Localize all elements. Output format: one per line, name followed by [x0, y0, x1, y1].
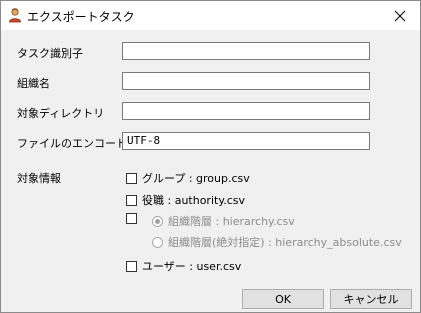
title-bar: エクスポートタスク: [1, 1, 420, 30]
authority-checkbox[interactable]: [126, 194, 137, 206]
target-dir-input[interactable]: [122, 102, 370, 120]
user-app-icon: [7, 7, 23, 23]
cancel-button[interactable]: キャンセル: [330, 289, 412, 309]
hierarchy-label: 組織階層 : hierarchy.csv: [168, 215, 295, 228]
user-label: ユーザー : user.csv: [142, 260, 242, 273]
target-info-label: 対象情報: [17, 172, 61, 185]
task-id-input[interactable]: [122, 42, 370, 60]
group-option[interactable]: グループ : group.csv: [126, 170, 250, 186]
user-checkbox[interactable]: [126, 260, 137, 272]
group-label: グループ : group.csv: [142, 172, 250, 185]
org-name-input[interactable]: [122, 72, 370, 90]
user-option[interactable]: ユーザー : user.csv: [126, 258, 241, 274]
org-option[interactable]: [126, 213, 142, 224]
encoding-label: ファイルのエンコード: [17, 137, 127, 150]
hierarchy-absolute-radio[interactable]: [152, 236, 163, 248]
ok-button[interactable]: OK: [242, 289, 324, 309]
target-dir-label: 対象ディレクトリ: [17, 107, 105, 120]
group-checkbox[interactable]: [126, 172, 137, 184]
authority-label: 役職 : authority.csv: [142, 194, 246, 207]
org-checkbox[interactable]: [126, 213, 137, 224]
hierarchy-absolute-label: 組織階層(絶対指定) : hierarchy_absolute.csv: [168, 236, 402, 249]
org-name-label: 組織名: [17, 77, 50, 90]
authority-option[interactable]: 役職 : authority.csv: [126, 192, 245, 208]
task-id-label: タスク識別子: [17, 47, 83, 60]
close-icon: [394, 10, 406, 21]
hierarchy-absolute-option[interactable]: 組織階層(絶対指定) : hierarchy_absolute.csv: [152, 234, 402, 250]
window-title: エクスポートタスク: [27, 10, 135, 24]
encoding-input[interactable]: UTF-8: [122, 132, 370, 150]
hierarchy-radio[interactable]: [152, 215, 163, 227]
close-button[interactable]: [380, 1, 420, 30]
export-task-dialog: エクスポートタスク タスク識別子 組織名 対象ディレクトリ ファイルのエンコード…: [0, 0, 421, 313]
hierarchy-option[interactable]: 組織階層 : hierarchy.csv: [152, 213, 295, 229]
